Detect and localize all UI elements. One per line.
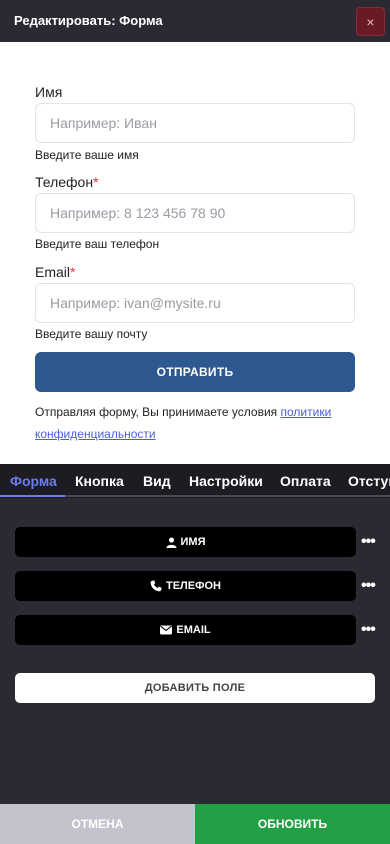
name-input-placeholder: Например: Иван [50, 115, 157, 131]
more-options-icon[interactable]: ••• [361, 577, 376, 595]
close-button[interactable]: × [356, 7, 385, 36]
tab-view[interactable]: Вид [143, 473, 171, 489]
top-bar: Редактировать: Форма × [0, 0, 390, 42]
phone-input[interactable]: Например: 8 123 456 78 90 [35, 193, 355, 233]
page-title: Редактировать: Форма [14, 13, 163, 28]
more-options-icon[interactable]: ••• [361, 533, 376, 551]
email-field-label: Email* [35, 264, 76, 280]
user-icon [165, 536, 177, 548]
field-item-label: ИМЯ [180, 536, 206, 548]
email-input[interactable]: Например: ivan@mysite.ru [35, 283, 355, 323]
tab-bar: Форма Кнопка Вид Настройки Оплата Отступ… [0, 464, 390, 498]
tab-button[interactable]: Кнопка [75, 473, 124, 489]
field-item-email[interactable]: EMAIL [15, 615, 356, 645]
field-item-phone[interactable]: ТЕЛЕФОН [15, 571, 356, 601]
name-field-hint: Введите ваше имя [35, 148, 139, 162]
form-preview: Имя Например: Иван Введите ваше имя Теле… [0, 42, 390, 464]
tab-form[interactable]: Форма [10, 473, 57, 489]
submit-button[interactable]: ОТПРАВИТЬ [35, 352, 355, 392]
field-item-name[interactable]: ИМЯ [15, 527, 356, 557]
update-button[interactable]: ОБНОВИТЬ [195, 804, 390, 844]
name-input[interactable]: Например: Иван [35, 103, 355, 143]
email-input-placeholder: Например: ivan@mysite.ru [50, 295, 221, 311]
phone-input-placeholder: Например: 8 123 456 78 90 [50, 205, 226, 221]
more-options-icon[interactable]: ••• [361, 621, 376, 639]
field-item-label: EMAIL [176, 624, 211, 636]
name-field-label: Имя [35, 84, 63, 100]
required-mark: * [70, 264, 76, 280]
email-field-hint: Введите вашу почту [35, 327, 148, 341]
close-icon: × [366, 13, 375, 30]
tab-payment[interactable]: Оплата [280, 473, 331, 489]
tab-spacing[interactable]: Отступы [348, 473, 390, 489]
phone-field-label: Телефон* [35, 174, 99, 190]
cancel-button[interactable]: ОТМЕНА [0, 804, 195, 844]
field-item-label: ТЕЛЕФОН [166, 580, 221, 592]
tab-underline [0, 495, 390, 497]
envelope-icon [160, 625, 173, 635]
phone-icon [150, 580, 162, 592]
add-field-button[interactable]: ДОБАВИТЬ ПОЛЕ [15, 673, 375, 703]
active-tab-indicator [0, 495, 65, 497]
consent-text: Отправляя форму, Вы принимаете условия п… [35, 405, 332, 441]
tab-settings[interactable]: Настройки [189, 473, 263, 489]
phone-field-hint: Введите ваш телефон [35, 237, 160, 251]
required-mark: * [93, 174, 99, 190]
